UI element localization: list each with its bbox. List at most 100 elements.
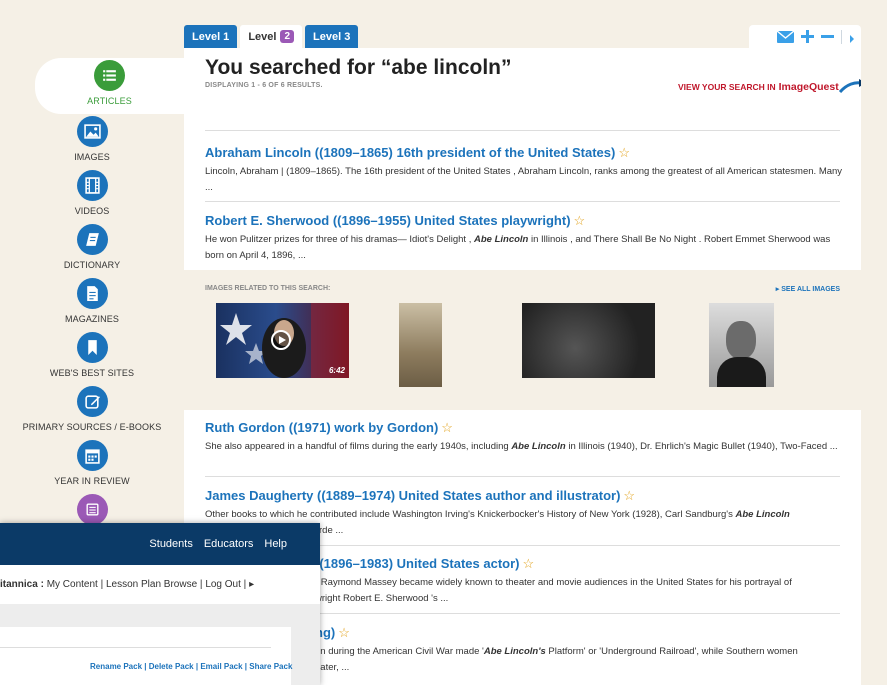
plus-icon[interactable]: [801, 27, 814, 47]
portrait-coat: [717, 357, 766, 387]
lesson-plan-browse-link[interactable]: Lesson Plan Browse: [106, 579, 197, 590]
sidebar-item-label: DICTIONARY: [63, 260, 121, 270]
video-duration: 6:42: [328, 366, 345, 375]
divider: [205, 476, 840, 477]
divider: [0, 647, 271, 648]
image-thumbnail[interactable]: [709, 303, 774, 387]
brand-text: itannica :: [0, 579, 44, 590]
minus-icon[interactable]: [821, 27, 834, 47]
see-all-images-link[interactable]: ▸ SEE ALL IMAGES: [776, 285, 840, 293]
imagequest-link[interactable]: VIEW YOUR SEARCH IN ImageQuest: [678, 78, 861, 96]
sidebar-item-label: MAGAZINES: [65, 314, 119, 324]
result-item: Robert E. Sherwood ((1896–1955) United S…: [205, 212, 845, 264]
result-snippet-line2: wright Robert E. Sherwood 's ...: [315, 593, 449, 604]
nav-help[interactable]: Help: [264, 538, 287, 550]
list-icon: [94, 60, 125, 91]
divider: [205, 201, 840, 202]
sidebar-item-primary-sources[interactable]: PRIMARY SOURCES / E-BOOKS: [0, 384, 184, 438]
snippet-highlight: Abe Lincoln: [511, 441, 566, 452]
back-window-body: Rename Pack | Delete Pack | Email Pack |…: [0, 604, 320, 685]
result-title-link[interactable]: Robert E. Sherwood ((1896–1955) United S…: [205, 213, 571, 228]
result-item: Ruth Gordon ((1971) work by Gordon) ☆ She…: [205, 419, 845, 455]
mail-icon[interactable]: [776, 27, 795, 47]
toolbar: [749, 25, 861, 48]
sidebar-item-label: WEB'S BEST SITES: [49, 368, 135, 378]
sidebar-item-videos[interactable]: VIDEOS: [0, 168, 184, 222]
star-icon[interactable]: ☆: [618, 145, 630, 160]
video-thumbnail[interactable]: 6:42: [216, 303, 349, 378]
sidebar-item-dictionary[interactable]: DICTIONARY: [0, 222, 184, 276]
star-icon[interactable]: ☆: [522, 556, 534, 571]
image-thumbnail[interactable]: [399, 303, 442, 387]
result-title-link[interactable]: ((1896–1983) United States actor): [315, 556, 519, 571]
edit-icon: [76, 386, 108, 417]
log-out-link[interactable]: Log Out: [205, 579, 241, 590]
see-all-label: SEE ALL IMAGES: [781, 286, 840, 293]
result-item: ng) ☆ on during the American Civil War ma…: [315, 624, 861, 676]
swoosh-arrow-icon: [838, 78, 861, 96]
sidebar: ARTICLES IMAGES VIDEOS DICTIONARY MAGAZI…: [0, 58, 184, 546]
result-snippet: He won Pulitzer prizes for three of his …: [205, 232, 845, 264]
chevron-right-icon[interactable]: [849, 27, 855, 47]
list-icon: [76, 494, 108, 525]
sidebar-item-label: PRIMARY SOURCES / E-BOOKS: [22, 422, 162, 432]
calendar-icon: [76, 440, 108, 471]
related-images-caption: IMAGES RELATED TO THIS SEARCH:: [205, 285, 331, 292]
image-icon: [76, 116, 108, 147]
page-title: You searched for “abe lincoln”: [205, 56, 512, 79]
snippet-text: on during the American Civil War made ': [315, 646, 484, 657]
sidebar-item-images[interactable]: IMAGES: [0, 114, 184, 168]
snippet-text: She also appeared in a handful of films …: [205, 441, 512, 452]
nav-students[interactable]: Students: [149, 538, 192, 550]
sidebar-item-magazines[interactable]: MAGAZINES: [0, 276, 184, 330]
snippet-highlight: Abe Lincoln: [473, 234, 529, 245]
nav-educators[interactable]: Educators: [204, 538, 254, 550]
star-icon[interactable]: ☆: [338, 625, 350, 640]
divider: [205, 130, 840, 131]
film-icon: [76, 170, 108, 201]
tab-label: Level: [248, 30, 277, 43]
sidebar-item-label: VIDEOS: [74, 206, 110, 216]
sidebar-item-articles[interactable]: ARTICLES: [35, 58, 184, 114]
sidebar-item-label: ARTICLES: [87, 96, 132, 106]
snippet-text: He won Pulitzer prizes for three of his …: [205, 234, 474, 245]
tab-label: Level 3: [313, 30, 351, 43]
sidebar-item-year-in-review[interactable]: YEAR IN REVIEW: [0, 438, 184, 492]
chevron-right-icon: ▸: [249, 579, 255, 590]
back-window-nav: Students Educators Help: [0, 523, 320, 565]
star-icon[interactable]: ☆: [441, 420, 453, 435]
back-window-card: Rename Pack | Delete Pack | Email Pack |…: [0, 627, 292, 685]
pack-actions[interactable]: Rename Pack | Delete Pack | Email Pack |…: [90, 662, 292, 671]
result-snippet: Lincoln, Abraham | (1809–1865). The 16th…: [205, 166, 843, 193]
level-tabs: Level 1 Level 2 Level 3: [184, 25, 359, 48]
result-snippet-line2: Later, ...: [315, 662, 350, 673]
tab-label: Level 1: [192, 30, 230, 43]
sidebar-item-label: IMAGES: [74, 152, 110, 162]
result-title-link[interactable]: James Daugherty ((1889–1974) United Stat…: [205, 488, 620, 503]
tab-level-2[interactable]: Level 2: [240, 25, 303, 48]
result-snippet: on during the American Civil War made 'A…: [315, 644, 861, 660]
snippet-text: Other books to which he contributed incl…: [205, 509, 736, 520]
sidebar-item-label: YEAR IN REVIEW: [54, 476, 130, 486]
level-badge: 2: [280, 30, 295, 43]
star-icon[interactable]: ☆: [623, 488, 635, 503]
tab-level-3[interactable]: Level 3: [305, 25, 359, 48]
my-content-link[interactable]: My Content: [47, 579, 98, 590]
snippet-highlight: Abe Lincoln's: [483, 646, 546, 657]
related-images-band: IMAGES RELATED TO THIS SEARCH: ▸ SEE ALL…: [184, 270, 861, 410]
snippet-text: Platform' or 'Underground Railroad', whi…: [545, 646, 798, 657]
imagequest-brand: ImageQuest: [778, 81, 839, 93]
result-item: Abraham Lincoln ((1809–1865) 16th presid…: [205, 144, 845, 196]
result-title-link[interactable]: Ruth Gordon ((1971) work by Gordon): [205, 420, 438, 435]
result-item: ((1896–1983) United States actor) ☆ r Ray…: [315, 555, 861, 607]
image-thumbnail[interactable]: [522, 303, 655, 378]
book-icon: [76, 224, 108, 255]
star-icon[interactable]: ☆: [574, 213, 586, 228]
result-title-link[interactable]: Abraham Lincoln ((1809–1865) 16th presid…: [205, 145, 615, 160]
snippet-text: in Illinois (1940), Dr. Ehrlich's Magic …: [565, 441, 838, 452]
result-count: DISPLAYING 1 - 6 OF 6 RESULTS.: [205, 82, 323, 89]
snippet-highlight: Abe Lincoln: [735, 509, 790, 520]
play-icon[interactable]: [271, 330, 291, 350]
sidebar-item-webs-best-sites[interactable]: WEB'S BEST SITES: [0, 330, 184, 384]
tab-level-1[interactable]: Level 1: [184, 25, 238, 48]
